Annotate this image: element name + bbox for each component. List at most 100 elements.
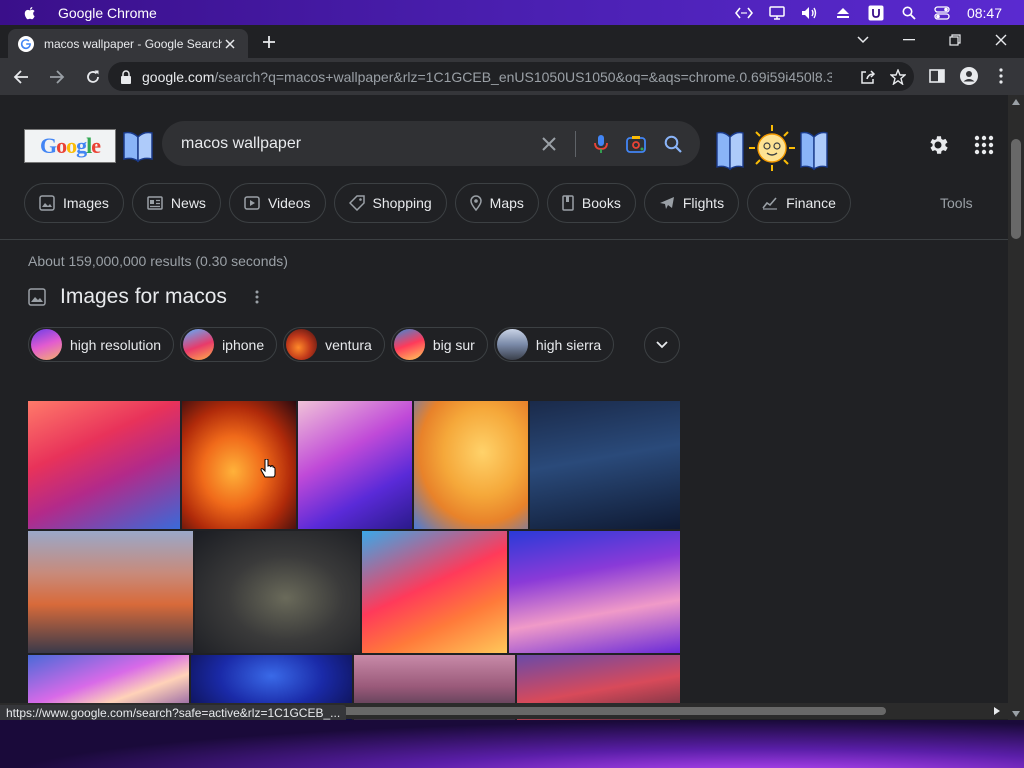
refine-label: ventura (325, 336, 372, 353)
chrome-menu-icon[interactable] (986, 61, 1016, 91)
expand-refinements-button[interactable] (644, 327, 680, 363)
wallpaper-thumbnail[interactable] (182, 401, 296, 529)
clear-search-icon[interactable] (541, 136, 557, 152)
map-pin-icon (469, 195, 482, 211)
filter-news[interactable]: News (131, 183, 221, 223)
wallpaper-thumbnail[interactable] (195, 531, 360, 653)
tab-search-chevron-icon[interactable] (840, 28, 886, 52)
filter-news-label: News (170, 195, 206, 211)
browser-toolbar: google.com/search?q=macos+wallpaper&rlz=… (0, 58, 1024, 95)
volume-icon[interactable] (794, 0, 827, 25)
refine-label: big sur (432, 336, 475, 353)
price-tag-icon (348, 195, 365, 211)
vertical-scrollbar-thumb[interactable] (1011, 139, 1021, 239)
refine-high-resolution[interactable]: high resolution (28, 327, 175, 362)
finance-chart-icon (762, 197, 778, 210)
logo-letter: G (39, 133, 57, 158)
search-divider (575, 130, 576, 157)
refine-ventura[interactable]: ventura (283, 327, 385, 362)
refine-thumbnail (286, 329, 318, 360)
address-bar[interactable]: google.com/search?q=macos+wallpaper&rlz=… (108, 62, 914, 91)
back-arrow-icon[interactable] (6, 62, 36, 92)
link-status-bubble: https://www.google.com/search?safe=activ… (0, 705, 347, 721)
url-host: google.com (142, 68, 215, 85)
doodle-books-sun-icon[interactable] (716, 123, 828, 173)
wallpaper-thumbnail[interactable] (298, 401, 412, 529)
refine-high-sierra[interactable]: high sierra (493, 327, 615, 362)
side-panel-icon[interactable] (922, 61, 952, 91)
logo-letter: o (56, 133, 67, 158)
vertical-scrollbar[interactable] (1008, 95, 1024, 720)
images-section-title[interactable]: Images for macos (60, 285, 227, 309)
profile-avatar-icon[interactable] (954, 61, 984, 91)
image-icon (39, 195, 55, 211)
refine-iphone[interactable]: iphone (180, 327, 278, 362)
header-divider (0, 239, 1008, 240)
settings-gear-icon[interactable] (926, 133, 950, 157)
refine-thumbnail (183, 329, 215, 360)
scroll-right-arrow-icon[interactable] (994, 707, 1000, 715)
display-icon[interactable] (761, 0, 794, 25)
google-apps-grid-icon[interactable] (974, 135, 994, 155)
tools-button[interactable]: Tools (940, 195, 973, 211)
menubar-clock[interactable]: 08:47 (967, 5, 1002, 21)
restore-button[interactable] (932, 28, 978, 52)
spotlight-search-icon[interactable] (893, 0, 926, 25)
filter-flights[interactable]: Flights (643, 183, 740, 223)
browser-tab[interactable]: macos wallpaper - Google Search (8, 29, 248, 58)
apple-icon[interactable] (22, 5, 38, 21)
wallpaper-thumbnail[interactable] (414, 401, 528, 529)
filter-books[interactable]: Books (546, 183, 636, 223)
filter-shopping[interactable]: Shopping (333, 183, 447, 223)
more-options-kebab-icon[interactable] (255, 290, 259, 304)
book-icon (562, 195, 574, 211)
url-text[interactable]: google.com/search?q=macos+wallpaper&rlz=… (142, 69, 832, 85)
result-stats: About 159,000,000 results (0.30 seconds) (28, 253, 288, 269)
eject-icon[interactable] (827, 0, 860, 25)
lock-icon[interactable] (120, 69, 132, 84)
filter-finance[interactable]: Finance (747, 183, 851, 223)
reload-icon[interactable] (78, 62, 108, 92)
wallpaper-thumbnail[interactable] (530, 401, 680, 529)
wallpaper-thumbnail[interactable] (28, 401, 180, 529)
u-app-icon[interactable] (860, 0, 893, 25)
desktop-wallpaper (0, 720, 1024, 768)
search-query-text[interactable]: macos wallpaper (181, 135, 523, 153)
active-app-name[interactable]: Google Chrome (58, 5, 157, 21)
logo-letter: e (91, 133, 101, 158)
airplane-icon (659, 197, 674, 209)
filter-maps[interactable]: Maps (454, 183, 539, 223)
search-box[interactable]: macos wallpaper (162, 121, 700, 166)
images-section-header: Images for macos (28, 285, 259, 309)
wallpaper-thumbnail[interactable] (28, 531, 193, 653)
horizontal-scrollbar-thumb[interactable] (340, 707, 886, 715)
code-icon[interactable] (728, 0, 761, 25)
wallpaper-thumbnail[interactable] (362, 531, 507, 653)
url-path: /search?q=macos+wallpaper&rlz=1C1GCEB_en… (214, 68, 832, 85)
scroll-up-arrow-icon[interactable] (1012, 99, 1020, 105)
new-tab-button[interactable] (258, 31, 280, 53)
minimize-button[interactable] (886, 28, 932, 52)
chevron-down-icon (656, 341, 668, 349)
filter-finance-label: Finance (786, 195, 836, 211)
wallpaper-thumbnail[interactable] (509, 531, 680, 653)
forward-arrow-icon[interactable] (42, 62, 72, 92)
filter-shopping-label: Shopping (372, 195, 432, 211)
close-tab-icon[interactable] (222, 36, 238, 52)
refine-label: high sierra (535, 336, 602, 353)
filter-images[interactable]: Images (24, 183, 124, 223)
google-logo[interactable]: Google (24, 129, 116, 163)
google-lens-camera-icon[interactable] (626, 135, 646, 153)
filter-videos[interactable]: Videos (228, 183, 326, 223)
close-window-button[interactable] (978, 28, 1024, 52)
bookmark-star-icon[interactable] (890, 68, 906, 85)
refine-big-sur[interactable]: big sur (390, 327, 488, 362)
tab-title: macos wallpaper - Google Search (44, 36, 222, 51)
refine-thumbnail (496, 329, 528, 360)
scroll-down-arrow-icon[interactable] (1012, 711, 1020, 717)
voice-search-mic-icon[interactable] (594, 134, 608, 154)
logo-letter: g (76, 133, 87, 158)
search-icon[interactable] (664, 135, 682, 153)
share-icon[interactable] (860, 69, 876, 85)
control-center-icon[interactable] (926, 0, 959, 25)
